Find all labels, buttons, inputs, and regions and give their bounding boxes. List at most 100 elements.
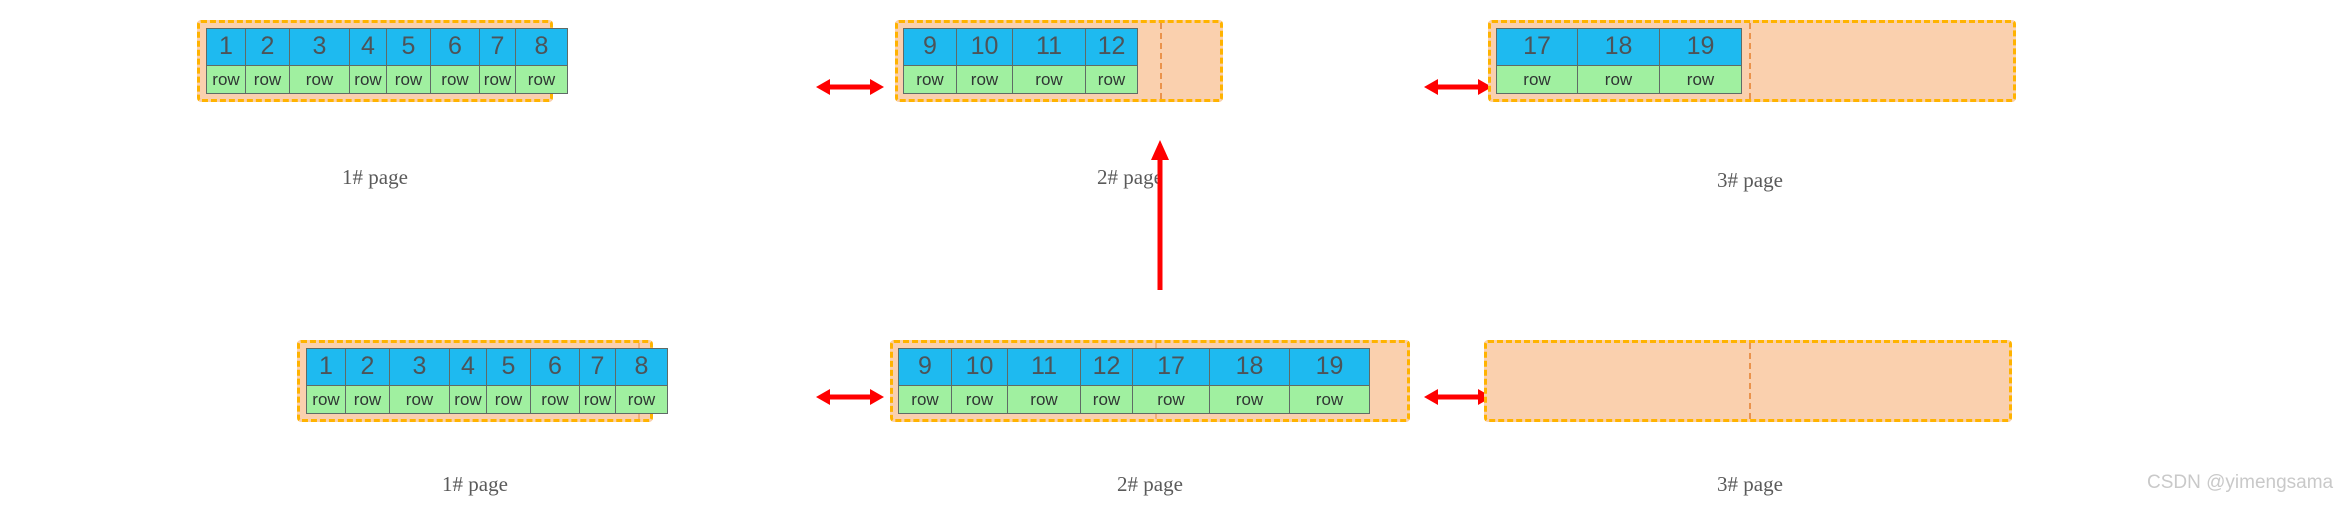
row-cell: 8 row — [515, 28, 568, 94]
cell-number: 19 — [1290, 349, 1369, 386]
after-page-3-box — [1484, 340, 2012, 422]
after-page-1-label: 1# page — [442, 472, 508, 496]
row-cell: 11 row — [1012, 28, 1086, 94]
row-cell: 7 row — [479, 28, 516, 94]
row-cell: 1 row — [206, 28, 246, 94]
cell-row-label: row — [1497, 65, 1577, 93]
cell-row-label: row — [1086, 65, 1137, 93]
cell-row-label: row — [307, 385, 345, 413]
row-cell: 1 row — [306, 348, 346, 414]
cell-number: 18 — [1210, 349, 1289, 386]
cell-row-label: row — [580, 385, 615, 413]
cell-row-label: row — [290, 65, 349, 93]
cell-number: 5 — [387, 29, 430, 66]
row-cell: 10 row — [951, 348, 1008, 414]
cell-number: 3 — [290, 29, 349, 66]
cell-number: 2 — [346, 349, 389, 386]
before-page-3-rows: 17 row 18 row 19 row — [1496, 28, 1742, 94]
after-page-3-label: 3# page — [1717, 472, 1783, 496]
after-link-arrow-1-2 — [816, 386, 884, 408]
cell-number: 12 — [1081, 349, 1132, 386]
cell-number: 17 — [1497, 29, 1577, 66]
row-cell: 3 row — [289, 28, 350, 94]
cell-number: 9 — [904, 29, 956, 66]
before-page-1-label: 1# page — [342, 165, 408, 189]
row-cell: 7 row — [579, 348, 616, 414]
row-cell: 2 row — [245, 28, 290, 94]
before-link-arrow-1-2 — [816, 76, 884, 98]
cell-row-label: row — [1660, 65, 1741, 93]
cell-number: 3 — [390, 349, 449, 386]
after-page-3-free-space-divider — [1749, 343, 1751, 419]
cell-row-label: row — [350, 65, 386, 93]
cell-row-label: row — [390, 385, 449, 413]
cell-number: 19 — [1660, 29, 1741, 66]
row-cell: 18 row — [1209, 348, 1290, 414]
row-cell: 6 row — [430, 28, 480, 94]
row-cell: 11 row — [1007, 348, 1081, 414]
cell-row-label: row — [346, 385, 389, 413]
cell-number: 12 — [1086, 29, 1137, 66]
after-page-2-label: 2# page — [1117, 472, 1183, 496]
cell-row-label: row — [952, 385, 1007, 413]
cell-row-label: row — [246, 65, 289, 93]
row-cell: 4 row — [449, 348, 487, 414]
cell-row-label: row — [957, 65, 1012, 93]
row-cell: 12 row — [1085, 28, 1138, 94]
cell-row-label: row — [616, 385, 667, 413]
row-cell: 8 row — [615, 348, 668, 414]
cell-row-label: row — [1013, 65, 1085, 93]
row-cell: 9 row — [898, 348, 952, 414]
before-page-2-label: 2# page — [1097, 165, 1163, 189]
cell-number: 6 — [431, 29, 479, 66]
cell-number: 1 — [307, 349, 345, 386]
cell-number: 10 — [952, 349, 1007, 386]
cell-number: 8 — [516, 29, 567, 66]
row-cell: 5 row — [486, 348, 531, 414]
cell-row-label: row — [1210, 385, 1289, 413]
row-cell: 12 row — [1080, 348, 1133, 414]
row-cell: 17 row — [1132, 348, 1210, 414]
cell-row-label: row — [1578, 65, 1659, 93]
cell-number: 10 — [957, 29, 1012, 66]
after-page-1-rows: 1 row 2 row 3 row 4 row 5 row 6 row 7 ro… — [306, 348, 668, 414]
cell-row-label: row — [1008, 385, 1080, 413]
cell-row-label: row — [1133, 385, 1209, 413]
row-cell: 2 row — [345, 348, 390, 414]
cell-row-label: row — [899, 385, 951, 413]
watermark: CSDN @yimengsama — [2147, 472, 2334, 493]
cell-row-label: row — [531, 385, 579, 413]
cell-row-label: row — [431, 65, 479, 93]
cell-number: 9 — [899, 349, 951, 386]
row-cell: 5 row — [386, 28, 431, 94]
cell-number: 11 — [1013, 29, 1085, 66]
cell-row-label: row — [516, 65, 567, 93]
row-cell: 19 row — [1289, 348, 1370, 414]
cell-row-label: row — [387, 65, 430, 93]
cell-number: 2 — [246, 29, 289, 66]
cell-number: 6 — [531, 349, 579, 386]
after-link-arrow-2-3 — [1424, 386, 1492, 408]
before-page-3-free-space-divider — [1749, 23, 1751, 99]
cell-number: 4 — [350, 29, 386, 66]
cell-row-label: row — [450, 385, 486, 413]
row-cell: 4 row — [349, 28, 387, 94]
cell-number: 7 — [580, 349, 615, 386]
before-page-2-free-space-divider — [1160, 23, 1162, 99]
merge-up-arrow — [1148, 140, 1172, 292]
cell-number: 4 — [450, 349, 486, 386]
cell-number: 17 — [1133, 349, 1209, 386]
cell-number: 5 — [487, 349, 530, 386]
cell-row-label: row — [207, 65, 245, 93]
row-cell: 6 row — [530, 348, 580, 414]
cell-row-label: row — [1290, 385, 1369, 413]
before-page-1-rows: 1 row 2 row 3 row 4 row 5 row 6 row 7 ro… — [206, 28, 568, 94]
before-page-2-rows: 9 row 10 row 11 row 12 row — [903, 28, 1138, 94]
cell-number: 7 — [480, 29, 515, 66]
cell-row-label: row — [480, 65, 515, 93]
cell-number: 18 — [1578, 29, 1659, 66]
cell-row-label: row — [487, 385, 530, 413]
cell-number: 11 — [1008, 349, 1080, 386]
row-cell: 19 row — [1659, 28, 1742, 94]
cell-row-label: row — [1081, 385, 1132, 413]
